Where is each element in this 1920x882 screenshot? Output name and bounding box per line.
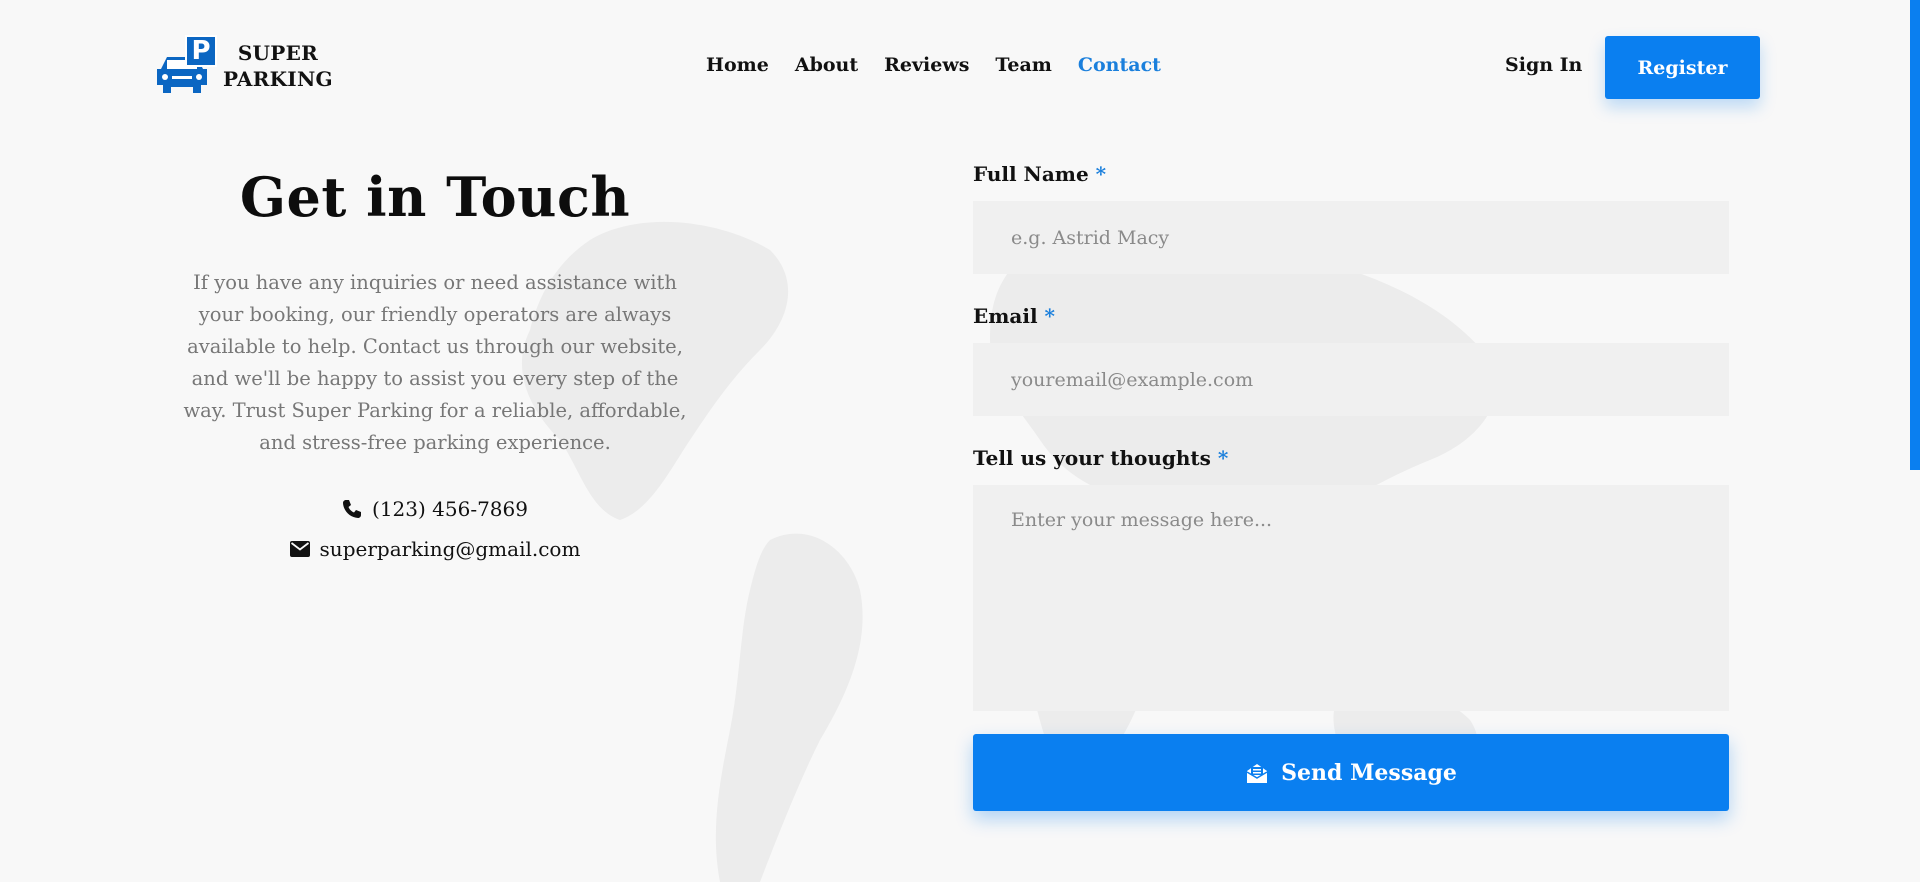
- contact-description: If you have any inquiries or need assist…: [183, 271, 687, 454]
- phone-number[interactable]: (123) 456-7869: [372, 497, 528, 521]
- email-input[interactable]: [973, 343, 1729, 416]
- send-message-label: Send Message: [1281, 759, 1457, 786]
- email-contact: superparking@gmail.com: [180, 537, 690, 561]
- nav-about[interactable]: About: [795, 54, 858, 76]
- main-nav: Home About Reviews Team Contact: [706, 54, 1187, 76]
- full-name-input[interactable]: [973, 201, 1729, 274]
- email-address[interactable]: superparking@gmail.com: [320, 537, 581, 561]
- brand-name: SUPER PARKING: [223, 40, 333, 92]
- phone-contact: (123) 456-7869: [180, 497, 690, 521]
- register-button[interactable]: Register: [1605, 36, 1760, 99]
- site-header: P SUPER PARKING Home About Reviews Team …: [0, 0, 1920, 120]
- required-mark: *: [1044, 304, 1055, 328]
- sign-in-link[interactable]: Sign In: [1505, 54, 1582, 76]
- required-mark: *: [1095, 162, 1107, 186]
- send-message-button[interactable]: Send Message: [973, 734, 1729, 811]
- nav-contact[interactable]: Contact: [1078, 54, 1161, 76]
- page-title: Get in Touch: [239, 165, 631, 229]
- envelope-open-icon: [1246, 763, 1268, 783]
- nav-team[interactable]: Team: [995, 54, 1051, 76]
- full-name-label: Full Name *: [973, 162, 1107, 186]
- contact-info: Get in Touch If you have any inquiries o…: [180, 160, 690, 561]
- contact-form: Full Name * Email * Tell us your thought…: [973, 162, 1729, 715]
- required-mark: *: [1217, 446, 1229, 470]
- phone-icon: [343, 500, 362, 518]
- brand-line-1: SUPER: [237, 41, 319, 65]
- brand-line-2: PARKING: [223, 67, 333, 91]
- parking-sign-icon: P: [185, 35, 217, 67]
- nav-home[interactable]: Home: [706, 54, 769, 76]
- car-icon: P: [155, 35, 223, 97]
- message-textarea[interactable]: [973, 485, 1729, 711]
- email-label: Email *: [973, 304, 1055, 328]
- envelope-icon: [289, 541, 310, 557]
- brand-logo[interactable]: P SUPER PARKING: [155, 35, 333, 97]
- message-label: Tell us your thoughts *: [973, 446, 1229, 470]
- nav-reviews[interactable]: Reviews: [884, 54, 969, 76]
